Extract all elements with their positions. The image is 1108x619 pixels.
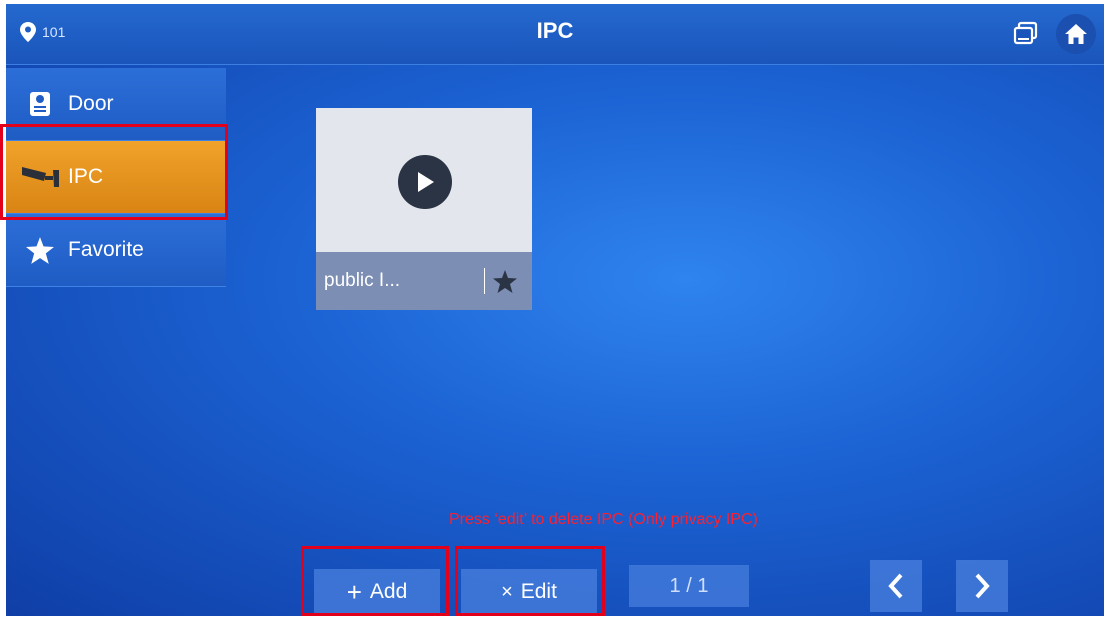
page-title: IPC	[536, 18, 574, 43]
monitor-icon[interactable]	[1010, 18, 1042, 50]
next-page-button[interactable]	[956, 560, 1008, 612]
highlight-box-add	[301, 546, 449, 616]
instruction-annotation: Press ‘edit’ to delete IPC (Only privacy…	[449, 511, 758, 528]
highlight-box-edit	[455, 546, 605, 616]
star-icon	[20, 236, 60, 264]
ipc-camera-card[interactable]: public I...	[316, 108, 532, 310]
card-caption: public I...	[316, 252, 532, 310]
highlight-box-ipc	[0, 124, 228, 220]
previous-page-button[interactable]	[870, 560, 922, 612]
chevron-left-icon	[888, 573, 903, 599]
sidebar-item-label: Favorite	[68, 238, 144, 261]
page-indicator: 1 / 1	[629, 565, 749, 607]
sidebar-item-favorite[interactable]: Favorite	[6, 214, 226, 287]
home-icon[interactable]	[1056, 14, 1096, 54]
play-icon[interactable]	[398, 155, 452, 209]
door-intercom-icon	[20, 91, 60, 117]
favorite-star-icon[interactable]	[493, 269, 517, 293]
top-bar: 101 IPC	[6, 4, 1104, 65]
chevron-right-icon	[975, 573, 990, 599]
sidebar-item-label: Door	[68, 92, 114, 115]
camera-name: public I...	[324, 270, 401, 291]
caption-divider	[484, 268, 485, 294]
